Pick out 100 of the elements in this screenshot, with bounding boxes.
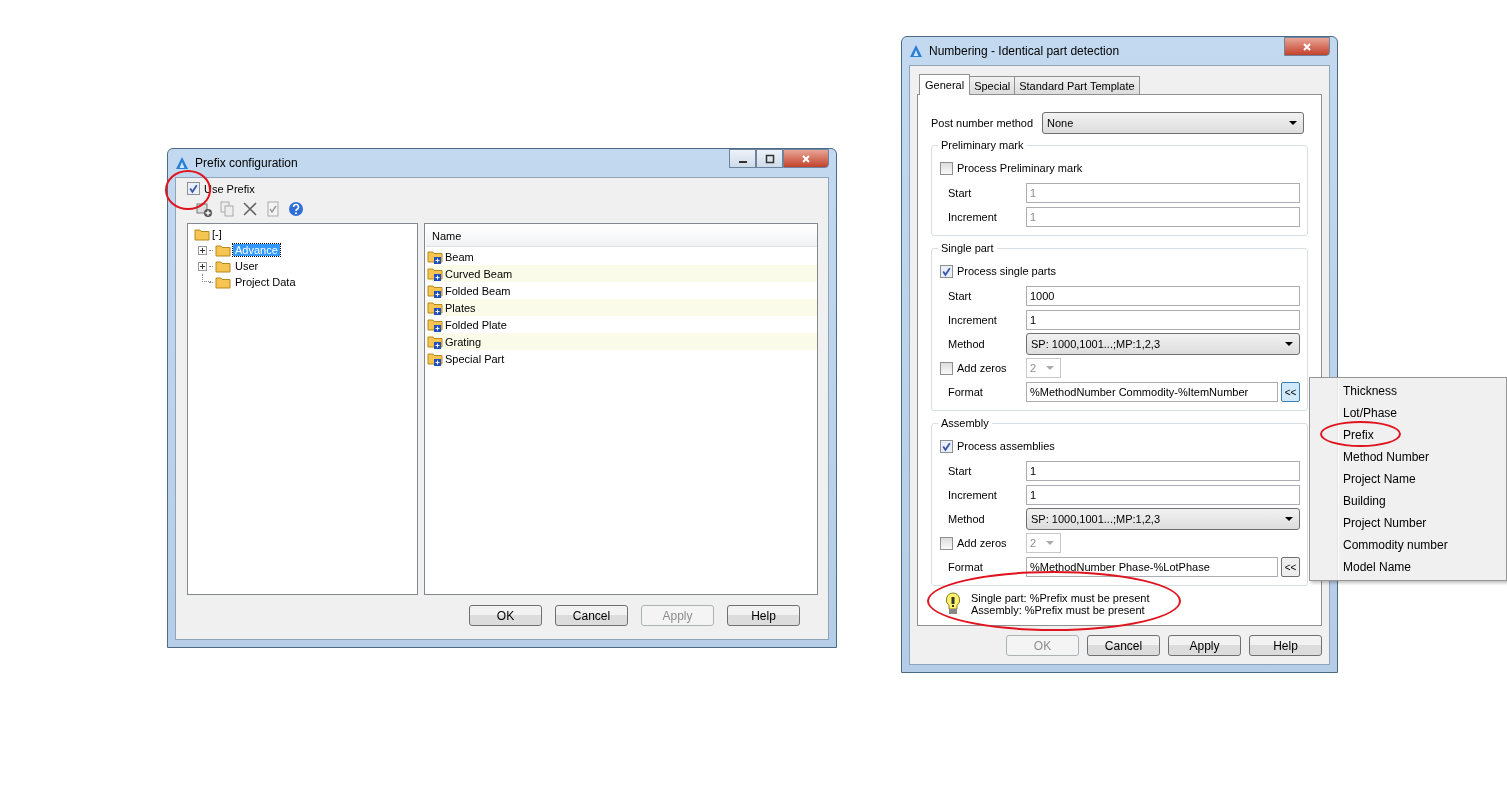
caret-icon [1289, 120, 1297, 126]
expand-icon[interactable] [198, 261, 207, 271]
tab[interactable]: General [919, 74, 971, 95]
dropdown[interactable]: SP: 1000,1001...;MP:1,2,3 [1026, 333, 1300, 355]
dialog-button[interactable]: Help [727, 605, 800, 626]
folder-icon [427, 316, 443, 333]
window-title: Numbering - Identical part detection [929, 44, 1120, 58]
checkbox[interactable] [940, 264, 953, 278]
group-title: Single part [938, 242, 997, 254]
dialog-button[interactable]: Apply [1168, 635, 1241, 656]
dialog-button[interactable]: Cancel [1087, 635, 1160, 656]
field-label: Post number method [931, 117, 1035, 129]
list-item[interactable]: Grating [445, 335, 482, 348]
list-item[interactable]: Folded Plate [445, 318, 507, 331]
caret-icon [1046, 540, 1054, 546]
checkbox[interactable] [940, 161, 953, 175]
menu-item[interactable]: Project Name [1310, 468, 1504, 490]
help-icon[interactable] [288, 201, 304, 217]
tree-item[interactable]: Project Data [233, 276, 298, 288]
dropdown[interactable]: SP: 1000,1001...;MP:1,2,3 [1026, 508, 1300, 530]
tab[interactable]: Standard Part Template [1014, 76, 1140, 94]
group-title: Assembly [938, 417, 992, 429]
menu-item[interactable]: Prefix [1310, 424, 1504, 446]
checkbox[interactable] [187, 182, 200, 195]
dialog-button[interactable]: Help [1249, 635, 1322, 656]
input-field[interactable]: 1 [1026, 485, 1300, 505]
folder-icon [215, 259, 231, 273]
delete-icon[interactable] [242, 201, 258, 217]
insert-button[interactable]: << [1281, 557, 1300, 577]
dialog-button[interactable]: Cancel [555, 605, 628, 626]
list-item[interactable]: Curved Beam [445, 267, 513, 280]
tree-item[interactable]: [-] [212, 228, 222, 240]
input-field[interactable]: 1 [1026, 461, 1300, 481]
caret-icon [1285, 516, 1293, 522]
checkbox-label: Process single parts [957, 265, 1057, 277]
close-icon [1302, 41, 1312, 52]
input-field[interactable]: %MethodNumber Phase-%LotPhase [1026, 557, 1278, 577]
add-icon[interactable] [196, 201, 212, 217]
dropdown[interactable]: 2 [1026, 533, 1061, 553]
minimize-icon [738, 160, 747, 163]
field-label: Format [948, 561, 984, 573]
menu-item[interactable]: Thickness [1310, 380, 1504, 402]
checkbox-label: Add zeros [957, 537, 1007, 549]
dropdown[interactable]: None [1042, 112, 1304, 134]
list-item[interactable]: Special Part [445, 352, 505, 365]
expand-icon[interactable] [198, 245, 207, 255]
tree-item[interactable]: User [233, 260, 261, 272]
checkbox[interactable] [940, 439, 953, 453]
window-title: Prefix configuration [195, 156, 298, 170]
menu-item[interactable]: Lot/Phase [1310, 402, 1504, 424]
lightbulb-icon [945, 592, 961, 616]
menu-item[interactable]: Building [1310, 490, 1504, 512]
menu-item[interactable]: Project Number [1310, 512, 1504, 534]
folder-icon [427, 265, 443, 282]
field-label: Start [948, 465, 973, 477]
dropdown[interactable]: 2 [1026, 358, 1061, 378]
minimize-button[interactable] [729, 149, 756, 168]
close-button[interactable] [1284, 37, 1330, 56]
field-label: Format [948, 386, 984, 398]
input-field[interactable]: %MethodNumber Commodity-%ItemNumber [1026, 382, 1278, 402]
menu-item[interactable]: Model Name [1310, 556, 1504, 578]
field-label: Increment [948, 211, 998, 223]
hint-text: Single part: %Prefix must be present [971, 592, 1150, 604]
folder-icon [427, 350, 443, 367]
hint-text: Assembly: %Prefix must be present [971, 604, 1146, 616]
group-title: Preliminary mark [938, 139, 1027, 151]
close-button[interactable] [783, 149, 829, 168]
caret-icon [1046, 365, 1054, 371]
maximize-icon [764, 153, 775, 164]
input-field[interactable]: 1000 [1026, 286, 1300, 306]
folder-icon [215, 243, 231, 257]
insert-button[interactable]: << [1281, 382, 1300, 402]
folder-icon [194, 227, 210, 241]
dialog-button[interactable]: OK [469, 605, 542, 626]
check-document-icon[interactable] [265, 201, 281, 217]
field-label: Increment [948, 314, 998, 326]
folder-icon [215, 275, 231, 289]
input-field[interactable]: 1 [1026, 310, 1300, 330]
menu-item[interactable]: Commodity number [1310, 534, 1504, 556]
app-logo-icon [175, 156, 189, 170]
folder-icon [427, 299, 443, 316]
field-label: Start [948, 187, 973, 199]
checkbox[interactable] [940, 536, 953, 550]
list-item[interactable]: Folded Beam [445, 284, 511, 297]
list-item[interactable]: Beam [445, 250, 474, 263]
folder-icon [427, 333, 443, 350]
checkbox-label: Process Preliminary mark [957, 162, 1083, 174]
field-label: Increment [948, 489, 998, 501]
checkbox[interactable] [940, 361, 953, 375]
folder-icon [427, 248, 443, 265]
tab[interactable]: Special [969, 76, 1016, 94]
menu-item[interactable]: Method Number [1310, 446, 1504, 468]
maximize-button[interactable] [756, 149, 783, 168]
field-label: Method [948, 513, 986, 525]
list-item[interactable]: Plates [445, 301, 476, 314]
caret-icon [1285, 341, 1293, 347]
app-logo-icon [909, 44, 923, 58]
field-label: Start [948, 290, 973, 302]
close-icon [801, 153, 811, 164]
folder-icon [427, 282, 443, 299]
